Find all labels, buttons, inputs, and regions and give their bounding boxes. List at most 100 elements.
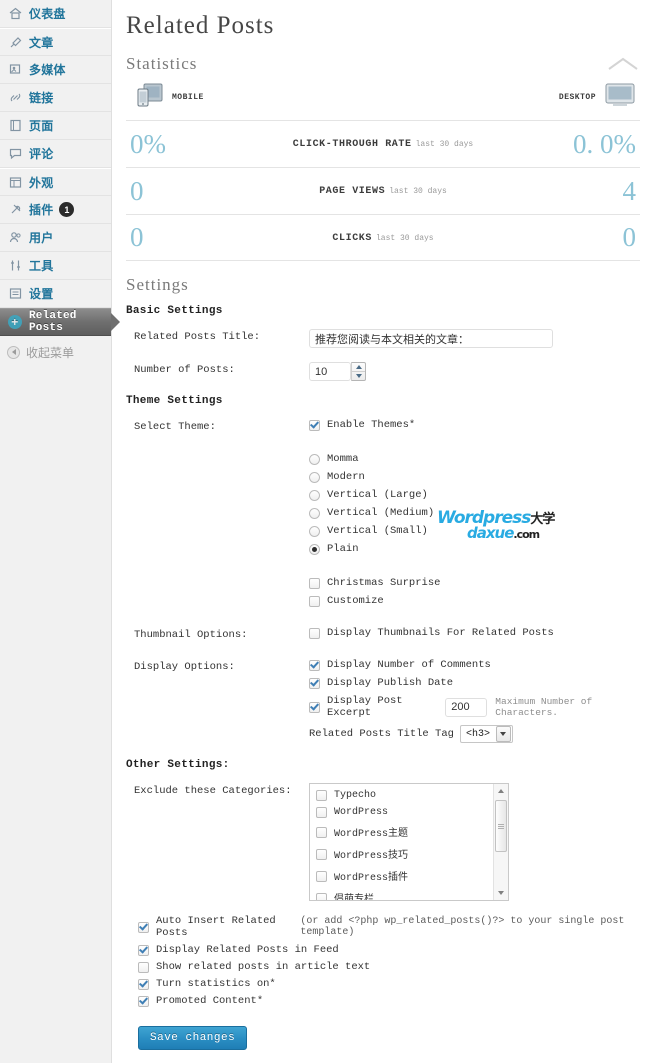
bottom-option[interactable]: Show related posts in article text bbox=[138, 961, 640, 973]
theme-option[interactable]: Vertical (Large) bbox=[309, 489, 640, 501]
category-label: Typecho bbox=[334, 790, 377, 801]
category-item[interactable]: Typecho bbox=[316, 790, 493, 801]
theme-option[interactable]: Momma bbox=[309, 453, 640, 465]
theme-extra-checkbox[interactable] bbox=[309, 595, 320, 607]
theme-extra-label: Christmas Surprise bbox=[327, 577, 441, 589]
categories-scrollbar[interactable] bbox=[493, 784, 508, 900]
stepper-down-icon[interactable] bbox=[352, 372, 365, 380]
sidebar-item-label: 用户 bbox=[29, 231, 54, 245]
related-posts-title-input[interactable] bbox=[309, 329, 553, 348]
theme-radio[interactable] bbox=[309, 453, 320, 465]
bottom-option-checkbox[interactable] bbox=[138, 995, 149, 1007]
number-of-posts-stepper[interactable] bbox=[309, 362, 366, 381]
number-of-posts-input[interactable] bbox=[309, 362, 351, 381]
bottom-option-checkbox[interactable] bbox=[138, 944, 149, 956]
stat-mobile-value: 0 bbox=[130, 222, 144, 252]
page-icon bbox=[7, 118, 23, 134]
theme-extra-checkbox[interactable] bbox=[309, 577, 320, 589]
theme-radio[interactable] bbox=[309, 471, 320, 483]
stat-period: last 30 days bbox=[415, 140, 474, 149]
sidebar-item-10[interactable]: 工具 bbox=[0, 252, 111, 280]
excerpt-chars-input[interactable] bbox=[445, 697, 488, 717]
display-publish-date-checkbox[interactable] bbox=[309, 677, 320, 689]
sidebar-item-5[interactable]: 页面 bbox=[0, 112, 111, 140]
stepper-up-icon[interactable] bbox=[352, 363, 365, 372]
sidebar-badge: 1 bbox=[59, 202, 75, 217]
category-checkbox[interactable] bbox=[316, 848, 327, 860]
theme-radio[interactable] bbox=[309, 507, 320, 519]
category-item[interactable]: 倡萌专栏 bbox=[316, 890, 493, 900]
bottom-option[interactable]: Promoted Content* bbox=[138, 995, 640, 1007]
save-button[interactable]: Save changes bbox=[138, 1026, 248, 1050]
theme-extra-label: Customize bbox=[327, 595, 384, 607]
chevron-down-icon[interactable] bbox=[495, 726, 511, 742]
mobile-legend: MOBILE bbox=[136, 82, 204, 112]
scrollbar-thumb[interactable] bbox=[495, 800, 507, 852]
bottom-option-label: Show related posts in article text bbox=[156, 961, 371, 973]
sidebar-item-8[interactable]: 插件 1 bbox=[0, 196, 111, 224]
category-checkbox[interactable] bbox=[316, 826, 327, 838]
display-publish-date-option[interactable]: Display Publish Date bbox=[309, 677, 640, 689]
stepper-buttons[interactable] bbox=[351, 362, 366, 381]
bottom-option-checkbox[interactable] bbox=[138, 921, 149, 933]
sidebar-item-related-posts[interactable]: + Related Posts bbox=[0, 308, 120, 336]
display-comments-option[interactable]: Display Number of Comments bbox=[309, 659, 640, 671]
sidebar-item-11[interactable]: 设置 bbox=[0, 280, 111, 308]
category-item[interactable]: WordPress插件 bbox=[316, 868, 493, 884]
theme-option[interactable]: Vertical (Small) bbox=[309, 525, 640, 537]
enable-themes-option[interactable]: Enable Themes* bbox=[309, 419, 640, 431]
category-checkbox[interactable] bbox=[316, 870, 327, 882]
sidebar-item-7[interactable]: 外观 bbox=[0, 168, 111, 196]
sidebar-item-3[interactable]: 多媒体 bbox=[0, 56, 111, 84]
bottom-option-label: Auto Insert Related Posts bbox=[156, 915, 276, 939]
statistics-rows: 0% CLICK-THROUGH RATE last 30 days 0. 0% 0 PA… bbox=[126, 120, 640, 261]
post-pin-icon bbox=[7, 34, 23, 50]
theme-option[interactable]: Vertical (Medium) bbox=[309, 507, 640, 519]
display-thumbnails-checkbox[interactable] bbox=[309, 627, 320, 639]
stat-label-group: CLICKS last 30 days bbox=[230, 232, 536, 244]
title-tag-select[interactable]: <h3> bbox=[459, 725, 513, 743]
display-post-excerpt-option[interactable]: Display Post Excerpt Maximum Number of C… bbox=[309, 695, 640, 719]
collapse-menu-button[interactable]: 收起菜单 bbox=[0, 338, 111, 366]
sidebar-item-9[interactable]: 用户 bbox=[0, 224, 111, 252]
enable-themes-checkbox[interactable] bbox=[309, 419, 320, 431]
display-thumbnails-option[interactable]: Display Thumbnails For Related Posts bbox=[309, 627, 640, 639]
display-comments-checkbox[interactable] bbox=[309, 659, 320, 671]
mobile-label: MOBILE bbox=[172, 92, 204, 102]
category-checkbox[interactable] bbox=[316, 790, 327, 801]
theme-option-label: Vertical (Small) bbox=[327, 525, 428, 537]
theme-radio[interactable] bbox=[309, 543, 320, 555]
bottom-option-extra: (or add <?php wp_related_posts()?> to yo… bbox=[300, 916, 625, 938]
scroll-up-icon[interactable] bbox=[494, 784, 508, 798]
category-item[interactable]: WordPress技巧 bbox=[316, 846, 493, 862]
display-thumbnails-label: Display Thumbnails For Related Posts bbox=[327, 627, 554, 639]
category-item[interactable]: WordPress bbox=[316, 807, 493, 818]
category-checkbox[interactable] bbox=[316, 892, 327, 900]
sidebar-item-6[interactable]: 评论 bbox=[0, 140, 111, 168]
sidebar-item-1[interactable]: 仪表盘 bbox=[0, 0, 111, 28]
stat-mobile-value: 0 bbox=[130, 175, 144, 206]
bottom-option[interactable]: Turn statistics on* bbox=[138, 978, 640, 990]
sidebar-item-2[interactable]: 文章 bbox=[0, 28, 111, 56]
scroll-down-icon[interactable] bbox=[494, 886, 508, 900]
collapse-arrow-icon bbox=[7, 345, 20, 359]
theme-extra-option[interactable]: Customize bbox=[309, 595, 640, 607]
theme-radio[interactable] bbox=[309, 525, 320, 537]
sidebar-item-4[interactable]: 链接 bbox=[0, 84, 111, 112]
chevron-up-icon[interactable] bbox=[606, 55, 640, 73]
theme-option[interactable]: Plain bbox=[309, 543, 640, 555]
category-checkbox[interactable] bbox=[316, 807, 327, 818]
basic-settings-heading: Basic Settings bbox=[126, 305, 223, 317]
bottom-option[interactable]: Auto Insert Related Posts (or add <?php w… bbox=[138, 915, 640, 939]
theme-extra-option[interactable]: Christmas Surprise bbox=[309, 577, 640, 589]
theme-option[interactable]: Modern bbox=[309, 471, 640, 483]
bottom-option-checkbox[interactable] bbox=[138, 978, 149, 990]
category-item[interactable]: WordPress主题 bbox=[316, 824, 493, 840]
bottom-option[interactable]: Display Related Posts in Feed bbox=[138, 944, 640, 956]
display-post-excerpt-checkbox[interactable] bbox=[309, 701, 320, 713]
theme-radio[interactable] bbox=[309, 489, 320, 501]
grip-icon bbox=[498, 823, 504, 830]
bottom-option-checkbox[interactable] bbox=[138, 961, 149, 973]
display-options-label: Display Options: bbox=[134, 661, 235, 673]
exclude-categories-list[interactable]: Typecho WordPress WordPress主题 WordPress技巧 Wo… bbox=[309, 783, 509, 901]
